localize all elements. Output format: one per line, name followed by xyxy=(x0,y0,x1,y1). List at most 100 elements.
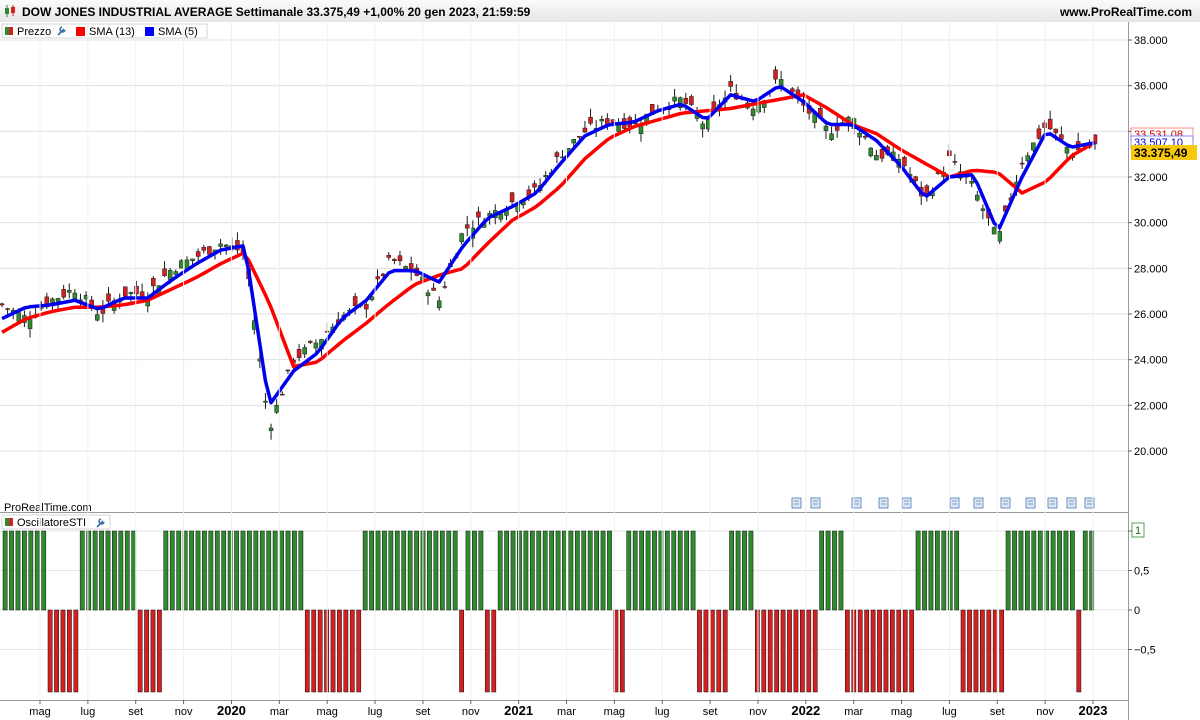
candle-body xyxy=(285,369,291,372)
oscillator-bar xyxy=(86,530,92,611)
candle-body xyxy=(67,290,72,293)
oscillator-bar xyxy=(356,609,362,693)
document-icon[interactable] xyxy=(1025,497,1036,509)
time-axis-label: mar xyxy=(844,706,863,718)
candle-body xyxy=(464,224,470,229)
candle-body xyxy=(532,183,537,188)
document-icon[interactable] xyxy=(973,497,984,509)
oscillator-bar xyxy=(652,530,657,611)
oscillator-bar xyxy=(189,530,194,611)
oscillator-bar xyxy=(645,530,651,611)
candle-body xyxy=(403,266,408,270)
candle-body xyxy=(599,118,604,122)
candle-body xyxy=(5,308,10,310)
oscillator-bar xyxy=(812,609,818,693)
candle-body xyxy=(352,296,358,306)
candle-body xyxy=(857,132,862,138)
time-axis-label: 2023 xyxy=(1079,703,1108,718)
oscillator-bar xyxy=(124,530,130,611)
candle-body xyxy=(55,298,61,302)
oscillator-bar xyxy=(568,530,574,611)
candle-body xyxy=(442,286,448,288)
oscillator-bar xyxy=(118,530,124,611)
document-icon[interactable] xyxy=(949,497,960,509)
oscillator-bar xyxy=(1031,530,1037,611)
oscillator-bar xyxy=(954,530,960,611)
oscillator-bar xyxy=(1082,530,1088,611)
oscillator-bar xyxy=(157,609,162,693)
candle-body xyxy=(392,259,397,261)
candle-body xyxy=(879,148,885,159)
last-price-badge: 33.375,49 xyxy=(1131,145,1197,160)
oscillator-bar xyxy=(902,609,908,693)
chart-canvas[interactable]: 38.00036.00034.00032.00030.00028.00026.0… xyxy=(0,22,1200,720)
time-axis-label: nov xyxy=(749,706,767,718)
oscillator-legend: OscillatoreSTI xyxy=(1,514,111,530)
oscillator-bar xyxy=(677,530,683,611)
price-tick-label: 28.000 xyxy=(1134,263,1168,275)
legend: Prezzo SMA (13) SMA (5) xyxy=(1,23,208,39)
oscillator-bar xyxy=(234,530,239,611)
candle-body xyxy=(1047,118,1053,130)
oscillator-bar xyxy=(266,530,272,611)
price-tick-label: 24.000 xyxy=(1134,355,1168,367)
oscillator-bar xyxy=(9,530,14,611)
candle-body xyxy=(0,303,5,306)
candle-body xyxy=(151,277,156,287)
candle-body xyxy=(728,81,733,87)
oscillator-bar xyxy=(214,530,220,611)
oscillator-bar xyxy=(208,530,214,611)
oscillator-bar xyxy=(240,530,246,611)
oscillator-bar xyxy=(388,530,394,611)
candle-body xyxy=(123,286,128,297)
oscillator-bar xyxy=(382,530,387,611)
oscillator-bar xyxy=(581,530,587,611)
oscillator-bar xyxy=(1063,530,1069,611)
candle-body xyxy=(173,271,179,275)
candle-body xyxy=(425,292,431,297)
site-link[interactable]: www.ProRealTime.com xyxy=(1060,5,1192,19)
oscillator-bar xyxy=(401,530,407,611)
oscillator-bar xyxy=(960,609,966,693)
document-icon[interactable] xyxy=(1047,497,1058,509)
time-axis-label: nov xyxy=(175,706,193,718)
candle-body xyxy=(218,243,223,247)
oscillator-bar xyxy=(947,530,953,611)
oscillator-bar xyxy=(722,609,728,693)
candle-body xyxy=(868,147,874,157)
watermark: ProRealTime.com xyxy=(4,502,92,514)
oscillator-bar xyxy=(973,609,979,693)
candle-body xyxy=(672,96,677,102)
candle-body xyxy=(823,125,829,131)
oscillator-bar xyxy=(922,530,927,611)
candle-body xyxy=(1064,147,1070,154)
chart-title: DOW JONES INDUSTRIAL AVERAGE Settimanale… xyxy=(22,5,531,19)
document-icon[interactable] xyxy=(1066,497,1077,509)
oscillator-bar xyxy=(99,530,104,611)
oscillator-bar xyxy=(992,609,998,693)
oscillator-bar xyxy=(787,609,792,693)
oscillator-bar xyxy=(639,530,644,611)
candle-body xyxy=(280,393,285,396)
document-icon[interactable] xyxy=(791,497,802,509)
candle-body xyxy=(207,246,212,255)
candle-body xyxy=(543,175,548,177)
document-icon[interactable] xyxy=(878,497,889,509)
oscillator-bar xyxy=(349,609,355,693)
oscillator-bar xyxy=(980,609,985,693)
oscillator-bar xyxy=(67,609,72,693)
candle-body xyxy=(991,227,997,235)
document-icon[interactable] xyxy=(810,497,821,509)
candle-body xyxy=(1042,122,1047,128)
oscillator-bar xyxy=(22,530,27,611)
candle-body xyxy=(582,127,588,133)
document-icon[interactable] xyxy=(901,497,912,509)
candle-body xyxy=(750,108,756,117)
time-axis-label: mar xyxy=(557,706,576,718)
candle-body xyxy=(952,161,958,163)
document-icon[interactable] xyxy=(1000,497,1011,509)
oscillator-bar xyxy=(407,530,413,611)
time-axis-label: nov xyxy=(1036,706,1054,718)
candlestick-icon xyxy=(4,5,15,17)
oscillator-bar xyxy=(504,530,509,611)
